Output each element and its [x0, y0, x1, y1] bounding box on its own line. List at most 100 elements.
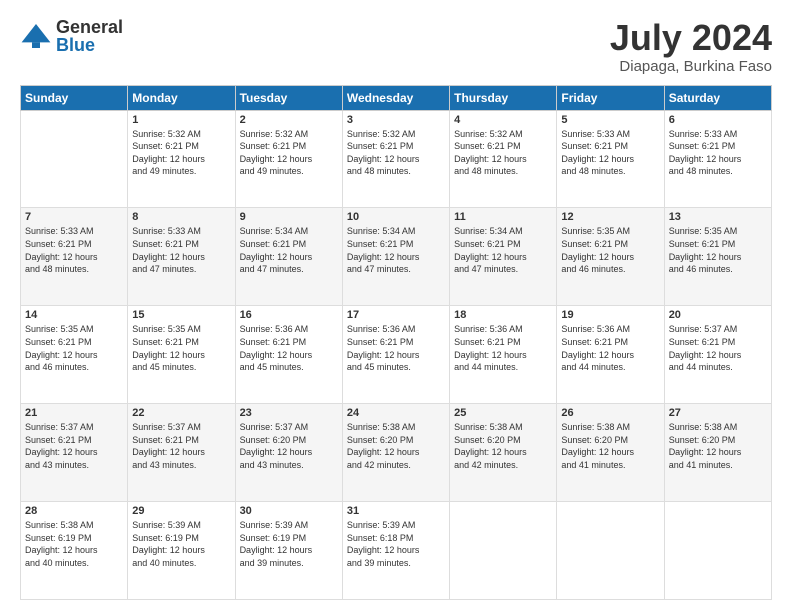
- calendar-cell: 11Sunrise: 5:34 AM Sunset: 6:21 PM Dayli…: [450, 208, 557, 306]
- day-number: 9: [240, 211, 338, 223]
- day-info: Sunrise: 5:36 AM Sunset: 6:21 PM Dayligh…: [240, 323, 338, 373]
- day-header-thursday: Thursday: [450, 85, 557, 110]
- calendar: SundayMondayTuesdayWednesdayThursdayFrid…: [20, 85, 772, 600]
- day-header-saturday: Saturday: [664, 85, 771, 110]
- day-number: 26: [561, 407, 659, 419]
- calendar-week-0: 1 Sunrise: 5:32 AM Sunset: 6:21 PM Daylig…: [21, 110, 772, 208]
- day-info: Sunrise: 5:33 AM Sunset: 6:21 PM Dayligh…: [132, 225, 230, 275]
- day-info: Sunrise: 5:34 AM Sunset: 6:21 PM Dayligh…: [347, 225, 445, 275]
- day-info: Sunrise: 5:35 AM Sunset: 6:21 PM Dayligh…: [25, 323, 123, 373]
- calendar-cell: 20 Sunrise: 5:37 AM Sunset: 6:21 PM Dayli…: [664, 306, 771, 404]
- day-info: Sunrise: 5:32 AM Sunset: 6:21 PM Dayligh…: [454, 128, 552, 178]
- calendar-cell: 27 Sunrise: 5:38 AM Sunset: 6:20 PM Dayli…: [664, 404, 771, 502]
- day-info: Sunrise: 5:38 AM Sunset: 6:20 PM Dayligh…: [669, 421, 767, 471]
- calendar-cell: 13Sunrise: 5:35 AM Sunset: 6:21 PM Dayli…: [664, 208, 771, 306]
- calendar-week-3: 21 Sunrise: 5:37 AM Sunset: 6:21 PM Dayli…: [21, 404, 772, 502]
- day-number: 1: [132, 114, 230, 126]
- calendar-cell: [450, 502, 557, 600]
- calendar-cell: [557, 502, 664, 600]
- calendar-cell: 28Sunrise: 5:38 AM Sunset: 6:19 PM Dayli…: [21, 502, 128, 600]
- calendar-cell: 19 Sunrise: 5:36 AM Sunset: 6:21 PM Dayli…: [557, 306, 664, 404]
- day-number: 14: [25, 309, 123, 321]
- day-info: Sunrise: 5:37 AM Sunset: 6:21 PM Dayligh…: [669, 323, 767, 373]
- calendar-cell: 16 Sunrise: 5:36 AM Sunset: 6:21 PM Dayli…: [235, 306, 342, 404]
- day-number: 28: [25, 505, 123, 517]
- day-number: 8: [132, 211, 230, 223]
- day-number: 10: [347, 211, 445, 223]
- day-header-friday: Friday: [557, 85, 664, 110]
- day-info: Sunrise: 5:37 AM Sunset: 6:20 PM Dayligh…: [240, 421, 338, 471]
- day-header-monday: Monday: [128, 85, 235, 110]
- calendar-cell: 1Sunrise: 5:32 AM Sunset: 6:21 PM Daylig…: [128, 110, 235, 208]
- calendar-cell: 3Sunrise: 5:32 AM Sunset: 6:21 PM Daylig…: [342, 110, 449, 208]
- day-number: 2: [240, 114, 338, 126]
- calendar-week-1: 7Sunrise: 5:33 AM Sunset: 6:21 PM Daylig…: [21, 208, 772, 306]
- calendar-cell: 8 Sunrise: 5:33 AM Sunset: 6:21 PM Daylig…: [128, 208, 235, 306]
- calendar-cell: 10 Sunrise: 5:34 AM Sunset: 6:21 PM Dayli…: [342, 208, 449, 306]
- calendar-cell: 5 Sunrise: 5:33 AM Sunset: 6:21 PM Daylig…: [557, 110, 664, 208]
- day-header-sunday: Sunday: [21, 85, 128, 110]
- title-block: July 2024 Diapaga, Burkina Faso: [610, 18, 772, 75]
- day-number: 24: [347, 407, 445, 419]
- calendar-cell: [664, 502, 771, 600]
- day-info: Sunrise: 5:37 AM Sunset: 6:21 PM Dayligh…: [132, 421, 230, 471]
- calendar-cell: 6 Sunrise: 5:33 AM Sunset: 6:21 PM Daylig…: [664, 110, 771, 208]
- logo-general: General: [56, 18, 123, 36]
- logo-text: General Blue: [56, 18, 123, 54]
- day-info: Sunrise: 5:34 AM Sunset: 6:21 PM Dayligh…: [240, 225, 338, 275]
- calendar-cell: 30Sunrise: 5:39 AM Sunset: 6:19 PM Dayli…: [235, 502, 342, 600]
- day-info: Sunrise: 5:38 AM Sunset: 6:20 PM Dayligh…: [561, 421, 659, 471]
- calendar-cell: 18Sunrise: 5:36 AM Sunset: 6:21 PM Dayli…: [450, 306, 557, 404]
- calendar-cell: 26 Sunrise: 5:38 AM Sunset: 6:20 PM Dayli…: [557, 404, 664, 502]
- day-info: Sunrise: 5:38 AM Sunset: 6:20 PM Dayligh…: [454, 421, 552, 471]
- day-info: Sunrise: 5:32 AM Sunset: 6:21 PM Dayligh…: [347, 128, 445, 178]
- day-number: 17: [347, 309, 445, 321]
- day-number: 21: [25, 407, 123, 419]
- calendar-cell: 2 Sunrise: 5:32 AM Sunset: 6:21 PM Daylig…: [235, 110, 342, 208]
- calendar-cell: 14 Sunrise: 5:35 AM Sunset: 6:21 PM Dayli…: [21, 306, 128, 404]
- calendar-cell: 15 Sunrise: 5:35 AM Sunset: 6:21 PM Dayli…: [128, 306, 235, 404]
- day-number: 6: [669, 114, 767, 126]
- logo-icon: [20, 20, 52, 52]
- day-info: Sunrise: 5:32 AM Sunset: 6:21 PM Dayligh…: [240, 128, 338, 178]
- day-number: 20: [669, 309, 767, 321]
- page: General Blue July 2024 Diapaga, Burkina …: [0, 0, 792, 612]
- day-info: Sunrise: 5:33 AM Sunset: 6:21 PM Dayligh…: [25, 225, 123, 275]
- calendar-cell: 23 Sunrise: 5:37 AM Sunset: 6:20 PM Dayli…: [235, 404, 342, 502]
- calendar-week-4: 28Sunrise: 5:38 AM Sunset: 6:19 PM Dayli…: [21, 502, 772, 600]
- logo: General Blue: [20, 18, 123, 54]
- day-info: Sunrise: 5:33 AM Sunset: 6:21 PM Dayligh…: [561, 128, 659, 178]
- day-info: Sunrise: 5:38 AM Sunset: 6:20 PM Dayligh…: [347, 421, 445, 471]
- day-number: 16: [240, 309, 338, 321]
- day-info: Sunrise: 5:35 AM Sunset: 6:21 PM Dayligh…: [132, 323, 230, 373]
- day-number: 29: [132, 505, 230, 517]
- calendar-cell: 22 Sunrise: 5:37 AM Sunset: 6:21 PM Dayli…: [128, 404, 235, 502]
- calendar-cell: 17 Sunrise: 5:36 AM Sunset: 6:21 PM Dayli…: [342, 306, 449, 404]
- calendar-cell: [21, 110, 128, 208]
- day-info: Sunrise: 5:33 AM Sunset: 6:21 PM Dayligh…: [669, 128, 767, 178]
- calendar-cell: 7Sunrise: 5:33 AM Sunset: 6:21 PM Daylig…: [21, 208, 128, 306]
- day-info: Sunrise: 5:39 AM Sunset: 6:19 PM Dayligh…: [240, 519, 338, 569]
- day-number: 22: [132, 407, 230, 419]
- day-number: 11: [454, 211, 552, 223]
- location: Diapaga, Burkina Faso: [610, 58, 772, 75]
- day-info: Sunrise: 5:39 AM Sunset: 6:19 PM Dayligh…: [132, 519, 230, 569]
- day-number: 15: [132, 309, 230, 321]
- day-header-tuesday: Tuesday: [235, 85, 342, 110]
- day-number: 25: [454, 407, 552, 419]
- day-info: Sunrise: 5:37 AM Sunset: 6:21 PM Dayligh…: [25, 421, 123, 471]
- day-info: Sunrise: 5:36 AM Sunset: 6:21 PM Dayligh…: [454, 323, 552, 373]
- day-info: Sunrise: 5:35 AM Sunset: 6:21 PM Dayligh…: [669, 225, 767, 275]
- day-number: 27: [669, 407, 767, 419]
- calendar-cell: 25 Sunrise: 5:38 AM Sunset: 6:20 PM Dayli…: [450, 404, 557, 502]
- day-number: 23: [240, 407, 338, 419]
- day-info: Sunrise: 5:35 AM Sunset: 6:21 PM Dayligh…: [561, 225, 659, 275]
- day-number: 19: [561, 309, 659, 321]
- day-info: Sunrise: 5:36 AM Sunset: 6:21 PM Dayligh…: [347, 323, 445, 373]
- logo-blue: Blue: [56, 36, 123, 54]
- day-number: 5: [561, 114, 659, 126]
- header: General Blue July 2024 Diapaga, Burkina …: [20, 18, 772, 75]
- day-info: Sunrise: 5:36 AM Sunset: 6:21 PM Dayligh…: [561, 323, 659, 373]
- calendar-cell: 4Sunrise: 5:32 AM Sunset: 6:21 PM Daylig…: [450, 110, 557, 208]
- calendar-cell: 9 Sunrise: 5:34 AM Sunset: 6:21 PM Daylig…: [235, 208, 342, 306]
